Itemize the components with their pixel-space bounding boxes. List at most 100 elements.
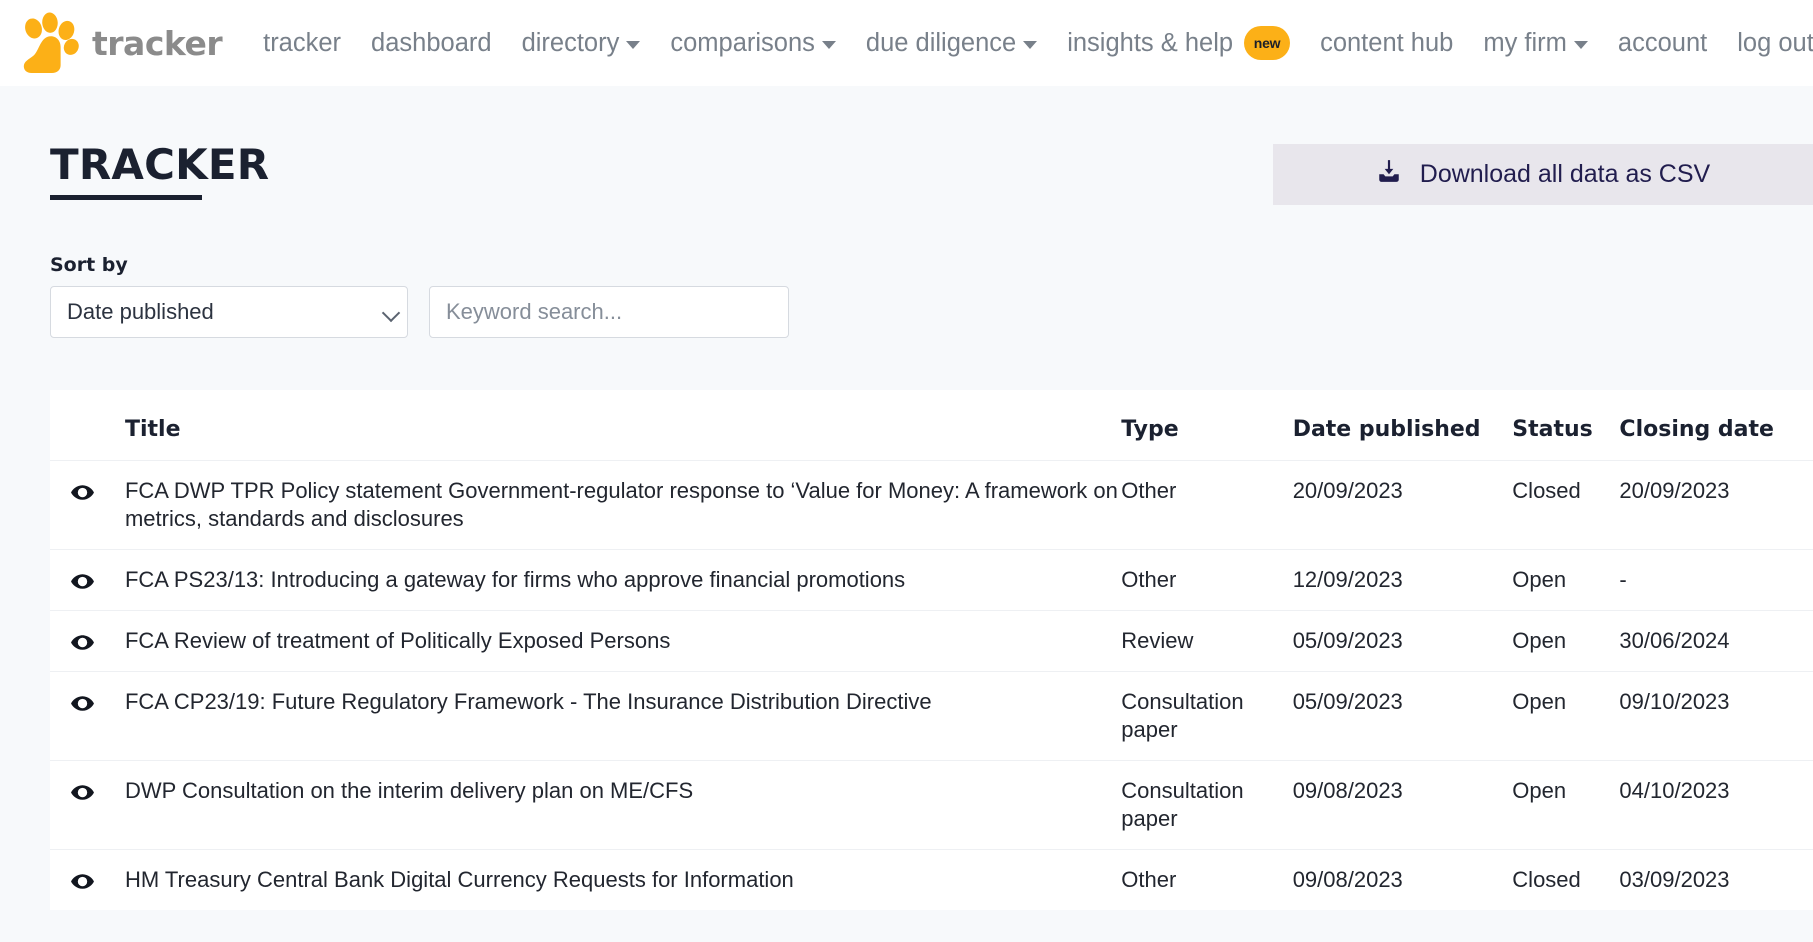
cell-closing-date: 20/09/2023 [1619,477,1730,503]
cell-title[interactable]: FCA CP23/19: Future Regulatory Framework… [125,671,1121,760]
page-title: TRACKER [50,140,270,189]
view-cell[interactable] [50,460,125,549]
chevron-down-icon [1573,41,1588,49]
nav-label: content hub [1320,28,1454,57]
cell-closing-date: 09/10/2023 [1619,688,1730,714]
nav-item-insights-and-help[interactable]: insights & help new [1052,20,1305,66]
nav-label: account [1617,28,1708,57]
eye-icon[interactable] [70,569,125,594]
nav-item-directory[interactable]: directory [507,23,656,64]
nav-item-my-firm[interactable]: my firm [1468,23,1603,64]
cell-title[interactable]: FCA PS23/13: Introducing a gateway for f… [125,549,1121,610]
view-cell[interactable] [50,760,125,849]
eye-icon[interactable] [70,869,125,894]
cell-date-published: 12/09/2023 [1292,566,1403,592]
column-header-date-published: Date published [1292,417,1481,442]
cell-closing-date: 30/06/2024 [1619,627,1730,653]
table-header-row: Title Type Date published Status Closing… [50,390,1813,460]
brand-logo[interactable]: tracker [18,12,223,74]
cell-closing-date: 04/10/2023 [1619,777,1730,803]
cell-title[interactable]: HM Treasury Central Bank Digital Currenc… [125,849,1121,910]
nav-item-content-hub[interactable]: content hub [1305,23,1468,64]
cell-date-published: 05/09/2023 [1292,688,1403,714]
cell-closing-date: - [1619,566,1627,592]
view-cell[interactable] [50,610,125,671]
cell-status: Open [1512,688,1567,714]
cell-date-published: 05/09/2023 [1292,627,1403,653]
nav-links: tracker dashboard directory comparisons … [248,20,1813,66]
cell-date-published: 20/09/2023 [1292,477,1403,503]
download-csv-label: Download all data as CSV [1419,160,1711,188]
page-body: TRACKER Download all data as CSV Sort by… [0,86,1813,942]
sort-by-select[interactable]: Date published [50,286,408,338]
column-header-closing-date: Closing date [1619,417,1774,442]
column-header-status: Status [1512,417,1593,442]
table-row[interactable]: FCA DWP TPR Policy statement Government-… [50,460,1813,549]
filter-controls: Date published [50,286,1787,338]
eye-icon[interactable] [70,480,125,505]
table-header: Title Type Date published Status Closing… [50,390,1813,460]
top-navigation-bar: tracker tracker dashboard directory comp… [0,0,1813,86]
cell-title[interactable]: DWP Consultation on the interim delivery… [125,760,1121,849]
download-tray-icon [1376,158,1402,191]
view-cell[interactable] [50,849,125,910]
column-header-view [50,390,125,460]
eye-icon[interactable] [70,780,125,805]
nav-label: my firm [1483,28,1567,57]
table-row[interactable]: FCA PS23/13: Introducing a gateway for f… [50,549,1813,610]
table-row[interactable]: FCA Review of treatment of Politically E… [50,610,1813,671]
table-row[interactable]: DWP Consultation on the interim delivery… [50,760,1813,849]
cell-status: Closed [1512,866,1581,892]
cell-status: Open [1512,566,1567,592]
nav-item-account[interactable]: account [1603,23,1722,64]
nav-item-dashboard[interactable]: dashboard [356,23,507,64]
nav-item-due-diligence[interactable]: due diligence [851,23,1052,64]
chevron-down-icon [626,41,641,49]
column-header-title: Title [124,417,181,442]
nav-item-tracker[interactable]: tracker [248,23,356,64]
nav-item-log-out[interactable]: log out [1722,23,1813,64]
title-underline [50,195,202,200]
page-title-block: TRACKER [50,144,269,200]
cell-type: Other [1121,477,1177,503]
view-cell[interactable] [50,671,125,760]
tracker-table-card: Title Type Date published Status Closing… [50,390,1813,910]
paw-logo-icon [18,12,80,74]
cell-title[interactable]: FCA DWP TPR Policy statement Government-… [125,460,1121,549]
cell-status: Open [1512,627,1567,653]
nav-label: directory [521,28,620,57]
nav-label: comparisons [670,28,815,57]
nav-label: log out [1737,28,1813,57]
table-row[interactable]: FCA CP23/19: Future Regulatory Framework… [50,671,1813,760]
keyword-search-input[interactable] [429,286,789,338]
column-header-type: Type [1121,417,1179,442]
nav-label: dashboard [371,28,492,57]
cell-closing-date: 03/09/2023 [1619,866,1730,892]
page-container: TRACKER Download all data as CSV Sort by… [0,86,1813,338]
sort-by-label: Sort by [50,254,128,276]
nav-label: tracker [263,28,342,57]
cell-date-published: 09/08/2023 [1292,777,1403,803]
eye-icon[interactable] [70,630,125,655]
cell-type: Other [1121,866,1177,892]
nav-label: due diligence [865,28,1017,57]
brand-name: tracker [92,23,223,63]
nav-item-comparisons[interactable]: comparisons [655,23,851,64]
table-row[interactable]: HM Treasury Central Bank Digital Currenc… [50,849,1813,910]
table-body: FCA DWP TPR Policy statement Government-… [50,460,1813,909]
view-cell[interactable] [50,549,125,610]
nav-label: insights & help [1067,28,1234,57]
cell-date-published: 09/08/2023 [1292,866,1403,892]
chevron-down-icon [821,41,836,49]
cell-type: Other [1121,566,1177,592]
sort-by-selected-value: Date published [67,299,214,324]
cell-status: Open [1512,777,1567,803]
cell-title[interactable]: FCA Review of treatment of Politically E… [125,610,1121,671]
eye-icon[interactable] [70,691,125,716]
tracker-table: Title Type Date published Status Closing… [50,390,1813,910]
chevron-down-icon [1023,41,1038,49]
page-header-row: TRACKER Download all data as CSV [50,86,1813,205]
cell-type: Consultation paper [1121,688,1244,742]
new-badge: new [1244,26,1291,60]
download-csv-button[interactable]: Download all data as CSV [1273,144,1813,205]
